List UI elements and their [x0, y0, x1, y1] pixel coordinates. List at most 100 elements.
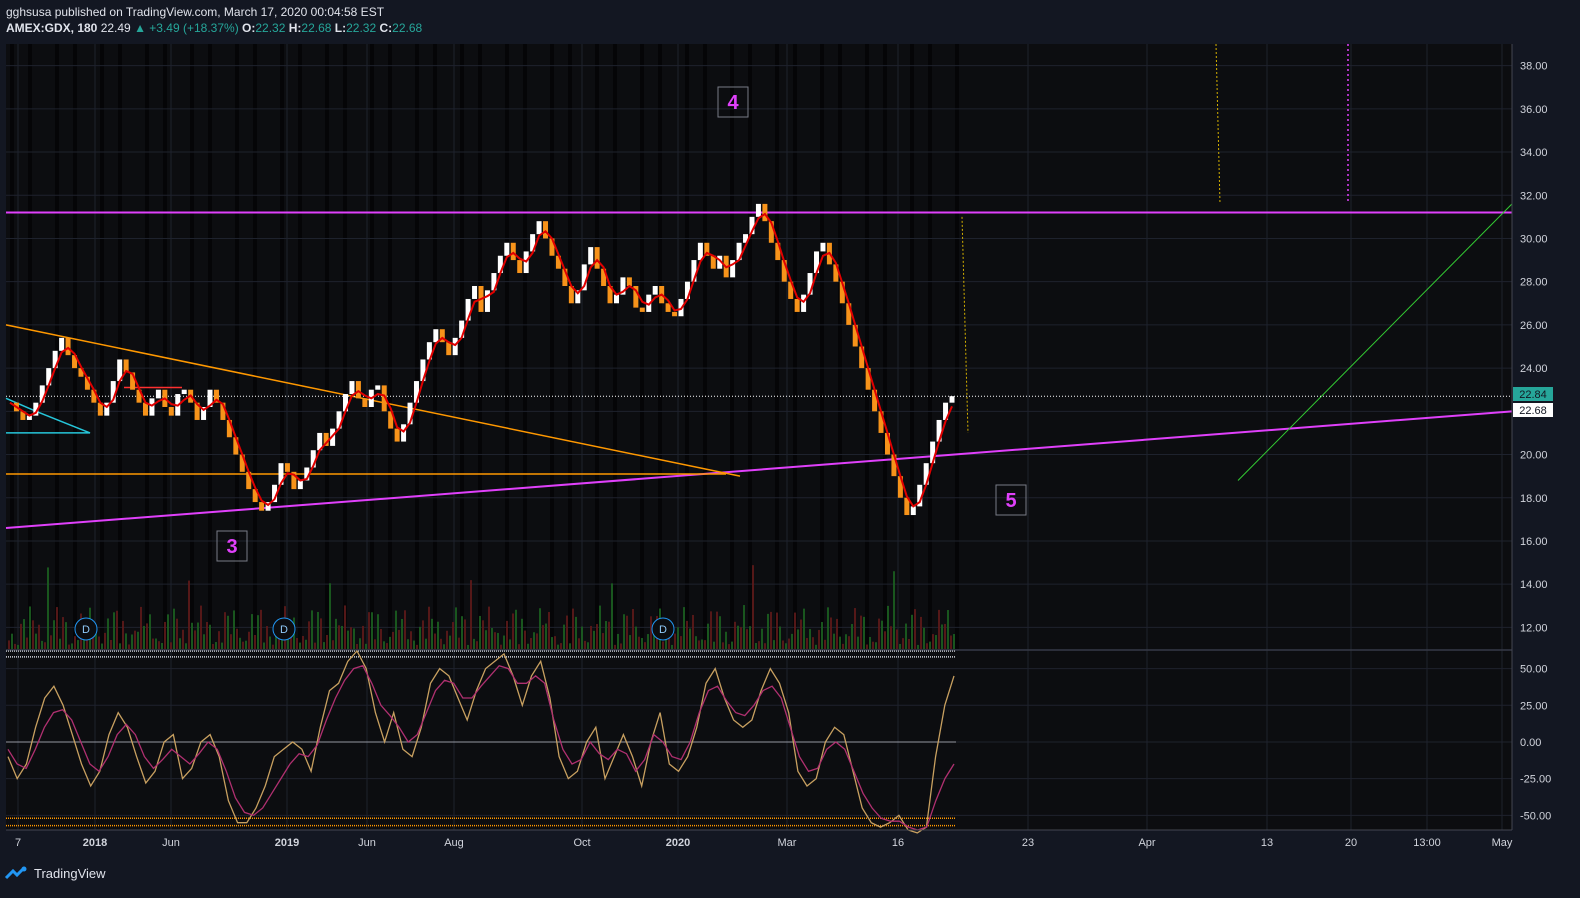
- volume-bar: [359, 638, 361, 649]
- price-chart[interactable]: 38.0036.0034.0032.0030.0028.0026.0024.00…: [0, 0, 1580, 898]
- bull-brick: [910, 506, 916, 516]
- session-stripe: [793, 44, 797, 649]
- session-stripe: [100, 44, 104, 649]
- volume-bar: [776, 612, 778, 649]
- volume-bar: [11, 633, 13, 649]
- volume-bar: [182, 629, 184, 649]
- volume-bar: [647, 634, 649, 649]
- session-stripe: [658, 44, 662, 649]
- volume-bar: [305, 639, 307, 649]
- volume-bar: [302, 635, 304, 649]
- volume-bar: [479, 615, 481, 649]
- bear-brick: [762, 203, 768, 222]
- bull-brick: [472, 286, 478, 299]
- volume-bar: [200, 605, 202, 649]
- volume-bar: [746, 629, 748, 649]
- session-stripe: [685, 44, 689, 649]
- session-stripe: [748, 44, 752, 649]
- session-stripe: [730, 44, 734, 649]
- volume-bar: [437, 621, 439, 649]
- volume-bar: [494, 632, 496, 649]
- volume-bar: [47, 567, 49, 649]
- volume-bar: [68, 644, 70, 649]
- time-tick-label: 16: [892, 837, 904, 849]
- volume-bar: [164, 621, 166, 649]
- bull-brick: [697, 242, 703, 261]
- volume-bar: [404, 610, 406, 649]
- volume-bar: [71, 643, 73, 649]
- volume-bar: [251, 614, 253, 649]
- session-stripe: [253, 44, 257, 649]
- bull-brick: [375, 385, 381, 390]
- session-stripe: [118, 44, 122, 649]
- volume-bar: [830, 617, 832, 649]
- session-stripe: [460, 44, 464, 649]
- bull-brick: [149, 398, 155, 416]
- volume-bar: [413, 640, 415, 649]
- session-stripe: [325, 44, 329, 649]
- price-tick-label: 38.00: [1520, 61, 1548, 73]
- volume-bar: [50, 635, 52, 649]
- volume-bar: [920, 616, 922, 649]
- volume-bar: [683, 607, 685, 649]
- volume-bar: [434, 633, 436, 649]
- volume-bar: [212, 644, 214, 649]
- session-stripe: [280, 44, 284, 649]
- volume-bar: [941, 624, 943, 649]
- volume-bar: [179, 638, 181, 649]
- volume-bar: [422, 620, 424, 649]
- volume-bar: [473, 638, 475, 649]
- volume-bar: [554, 636, 556, 649]
- session-stripe: [775, 44, 779, 649]
- session-stripe: [235, 44, 239, 649]
- volume-bar: [596, 624, 598, 649]
- volume-bar: [398, 629, 400, 649]
- volume-bar: [704, 640, 706, 649]
- volume-bar: [737, 625, 739, 649]
- volume-bar: [440, 638, 442, 649]
- bull-brick: [536, 221, 542, 235]
- time-tick-label: May: [1492, 837, 1513, 849]
- volume-bar: [215, 642, 217, 649]
- volume-bar: [506, 620, 508, 649]
- volume-bar: [881, 620, 883, 649]
- volume-bar: [797, 629, 799, 649]
- volume-bar: [26, 637, 28, 649]
- osc-tick-label: -50.00: [1520, 810, 1551, 822]
- wave-label: 5: [1005, 490, 1016, 512]
- price-tick-label: 26.00: [1520, 320, 1548, 332]
- session-stripe: [838, 44, 842, 649]
- volume-bar: [812, 637, 814, 649]
- session-stripe: [478, 44, 482, 649]
- volume-bar: [365, 643, 367, 649]
- volume-bar: [725, 631, 727, 649]
- volume-bar: [386, 643, 388, 649]
- volume-bar: [485, 630, 487, 649]
- volume-bar: [62, 617, 64, 649]
- volume-bar: [233, 610, 235, 649]
- volume-bar: [944, 623, 946, 649]
- volume-bar: [188, 580, 190, 649]
- volume-bar: [389, 636, 391, 649]
- volume-bar: [368, 612, 370, 649]
- volume-bar: [176, 618, 178, 649]
- volume-bar: [113, 612, 115, 649]
- time-tick-label: Aug: [444, 837, 464, 849]
- volume-bar: [341, 625, 343, 649]
- volume-bar: [947, 610, 949, 649]
- volume-bar: [77, 640, 79, 649]
- bull-brick: [155, 389, 161, 399]
- dividend-marker-label: D: [280, 624, 288, 636]
- volume-bar: [815, 644, 817, 649]
- volume-bar: [509, 639, 511, 649]
- bear-brick: [594, 247, 600, 269]
- volume-bar: [515, 609, 517, 649]
- bear-brick: [510, 242, 516, 261]
- volume-bar: [662, 641, 664, 649]
- volume-bar: [107, 618, 109, 649]
- volume-bar: [869, 636, 871, 649]
- volume-bar: [935, 635, 937, 649]
- volume-bar: [152, 638, 154, 649]
- volume-bar: [620, 643, 622, 649]
- volume-bar: [320, 618, 322, 649]
